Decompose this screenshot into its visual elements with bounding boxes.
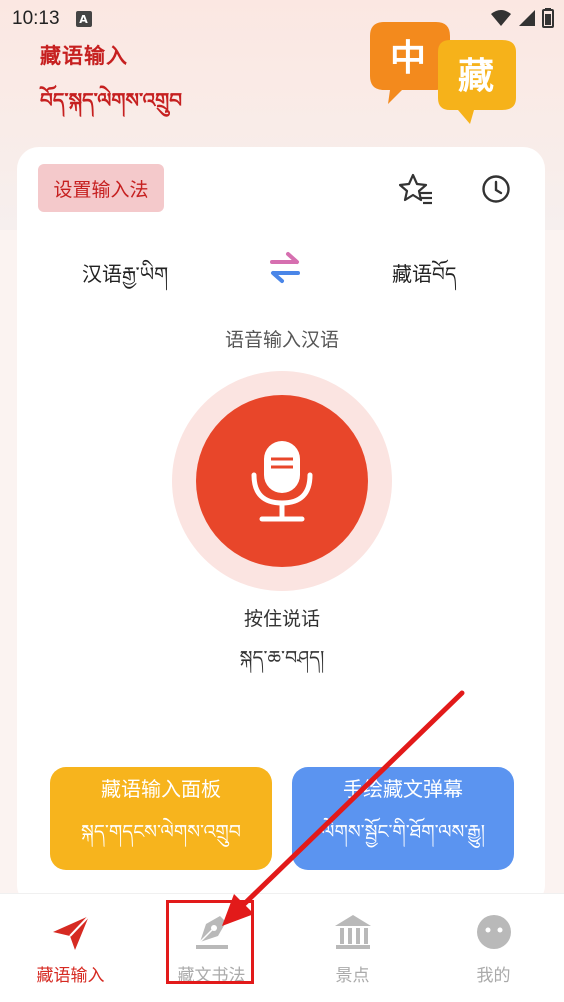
- nav-label-attractions: 景点: [335, 966, 370, 986]
- nav-attractions[interactable]: 景点: [282, 894, 423, 1002]
- bottom-nav: 藏语输入 藏文书法 景点 我的: [0, 893, 564, 1002]
- history-button[interactable]: [476, 169, 516, 209]
- battery-icon: [542, 8, 554, 28]
- swap-arrows-icon[interactable]: [266, 248, 304, 286]
- danmu-label-tibetan: ལེགས་སྦྱོང་གི་ཐོག་ལས་རྒྱུ།: [321, 821, 485, 843]
- panel-label-tibetan: སྐད་གདངས་ལེགས་འགྲུབ: [81, 821, 241, 843]
- nav-label-tibetan-input: 藏语输入: [36, 966, 105, 986]
- hold-to-talk-label: 按住说话: [243, 608, 320, 630]
- star-list-icon: [399, 173, 432, 205]
- nav-mine[interactable]: 我的: [423, 894, 564, 1002]
- paper-plane-icon: [52, 915, 90, 950]
- app-title-cn: 藏语输入: [40, 44, 128, 68]
- app-title-tibetan: བོད་སྐད་ལེགས་འགྲུབ: [40, 88, 183, 112]
- logo-zang: 藏: [458, 56, 494, 97]
- smiley-icon: [476, 915, 511, 949]
- hold-to-talk-button[interactable]: [196, 395, 368, 567]
- microphone-icon: [251, 441, 313, 522]
- nav-label-mine: 我的: [476, 966, 511, 986]
- museum-icon: [334, 915, 371, 949]
- status-time: 10:13: [12, 8, 60, 29]
- voice-input-hint: 语音输入汉语: [224, 329, 339, 351]
- favorites-button[interactable]: [396, 169, 436, 209]
- app-title: 藏语输入 བོད་སྐད་ལེགས་འགྲུབ: [40, 40, 182, 134]
- clock-icon: [482, 175, 510, 203]
- hold-to-talk-label-tibetan: སྐད་ཆ་བཤད།: [239, 647, 325, 669]
- logo-zhong: 中: [390, 38, 426, 79]
- target-language-button[interactable]: 藏语བོད: [392, 252, 456, 308]
- nav-tibetan-input[interactable]: 藏语输入: [0, 894, 141, 1002]
- tibetan-input-panel-button[interactable]: 藏语输入面板 སྐད་གདངས་ལེགས་འགྲུབ: [50, 767, 272, 870]
- app-logo: 中 藏: [370, 22, 516, 124]
- handwriting-danmu-button[interactable]: 手绘藏文弹幕 ལེགས་སྦྱོང་གི་ཐོག་ལས་རྒྱུ།: [292, 767, 514, 870]
- annotation-highlight-box: [166, 900, 254, 984]
- notification-a-icon: A: [75, 11, 92, 27]
- source-language-button[interactable]: 汉语རྒྱ་ཡིག: [82, 252, 168, 308]
- panel-label: 藏语输入面板: [101, 777, 221, 801]
- danmu-label: 手绘藏文弹幕: [343, 777, 463, 801]
- set-input-method-button[interactable]: 设置输入法: [38, 164, 164, 212]
